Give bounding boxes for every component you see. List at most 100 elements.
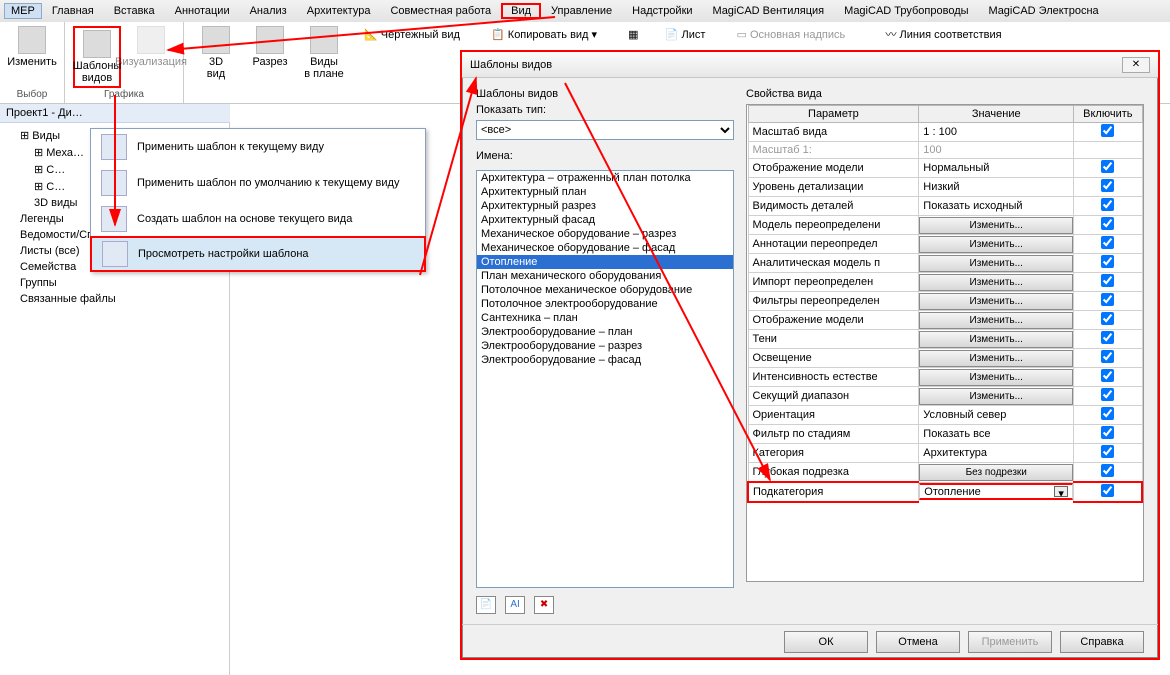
include-checkbox[interactable]: [1101, 274, 1114, 287]
apply-button[interactable]: Применить: [968, 631, 1052, 653]
delete-icon[interactable]: ✖: [534, 596, 554, 614]
include-checkbox[interactable]: [1101, 350, 1114, 363]
edit-button[interactable]: Изменить...: [919, 388, 1073, 405]
value-cell[interactable]: Изменить...: [919, 292, 1074, 311]
submenu-item[interactable]: Применить шаблон по умолчанию к текущему…: [91, 165, 425, 201]
help-button[interactable]: Справка: [1060, 631, 1144, 653]
include-cell[interactable]: [1074, 235, 1142, 254]
include-checkbox[interactable]: [1101, 369, 1114, 382]
include-cell[interactable]: [1074, 387, 1142, 406]
edit-button[interactable]: Изменить...: [919, 331, 1073, 348]
value-cell[interactable]: Изменить...: [919, 216, 1074, 235]
tree-node[interactable]: Связанные файлы: [6, 291, 229, 307]
include-cell[interactable]: [1074, 273, 1142, 292]
close-icon[interactable]: ✕: [1122, 57, 1150, 73]
list-item[interactable]: Электрооборудование – разрез: [477, 339, 733, 353]
menu-главная[interactable]: Главная: [42, 3, 104, 19]
include-checkbox[interactable]: [1101, 160, 1114, 173]
value-cell[interactable]: Условный север: [919, 406, 1074, 425]
menu-архитектура[interactable]: Архитектура: [297, 3, 381, 19]
value-cell[interactable]: Нормальный: [919, 159, 1074, 178]
list-item[interactable]: Архитектура – отраженный план потолка: [477, 171, 733, 185]
edit-button[interactable]: Изменить...: [919, 236, 1073, 253]
include-checkbox[interactable]: [1101, 388, 1114, 401]
chevron-down-icon[interactable]: ▾: [1054, 486, 1068, 497]
include-checkbox[interactable]: [1101, 198, 1114, 211]
edit-button[interactable]: Изменить...: [919, 350, 1073, 367]
include-checkbox[interactable]: [1101, 124, 1114, 137]
include-checkbox[interactable]: [1101, 255, 1114, 268]
include-cell[interactable]: [1074, 444, 1142, 463]
include-cell[interactable]: [1074, 311, 1142, 330]
include-cell[interactable]: [1074, 406, 1142, 425]
value-cell[interactable]: Изменить...: [919, 349, 1074, 368]
value-cell[interactable]: Показать все: [919, 425, 1074, 444]
titleblock-link[interactable]: ▭ Основная надпись: [737, 29, 860, 41]
menu-magicad вентиляция[interactable]: MagiCAD Вентиляция: [703, 3, 835, 19]
list-item[interactable]: Архитектурный план: [477, 185, 733, 199]
include-cell[interactable]: [1074, 292, 1142, 311]
include-cell[interactable]: [1074, 425, 1142, 444]
cancel-button[interactable]: Отмена: [876, 631, 960, 653]
value-cell[interactable]: Изменить...: [919, 235, 1074, 254]
matchline-link[interactable]: 〰 Линия соответствия: [885, 29, 1015, 41]
menu-mep[interactable]: MEP: [4, 3, 42, 19]
value-cell[interactable]: Изменить...: [919, 254, 1074, 273]
include-cell[interactable]: [1074, 349, 1142, 368]
menu-совместная работа[interactable]: Совместная работа: [380, 3, 501, 19]
edit-button[interactable]: Изменить...: [919, 369, 1073, 386]
menu-анализ[interactable]: Анализ: [240, 3, 297, 19]
copy-view-link[interactable]: 📋 Копировать вид ▾: [491, 29, 611, 41]
list-item[interactable]: Отопление: [477, 255, 733, 269]
list-item[interactable]: Электрооборудование – фасад: [477, 353, 733, 367]
tree-node[interactable]: Группы: [6, 275, 229, 291]
show-type-select[interactable]: <все>: [476, 120, 734, 140]
include-cell[interactable]: [1074, 330, 1142, 349]
include-checkbox[interactable]: [1101, 312, 1114, 325]
list-item[interactable]: Механическое оборудование – фасад: [477, 241, 733, 255]
include-cell[interactable]: [1074, 463, 1142, 483]
section-button[interactable]: Разрез: [246, 26, 294, 68]
value-cell[interactable]: 1 : 100: [919, 123, 1074, 142]
template-names-list[interactable]: Архитектура – отраженный план потолкаАрх…: [476, 170, 734, 588]
include-checkbox[interactable]: [1101, 484, 1114, 497]
edit-button[interactable]: Изменить...: [919, 274, 1073, 291]
include-checkbox[interactable]: [1101, 407, 1114, 420]
edit-button[interactable]: Изменить: [8, 26, 56, 68]
view-templates-button[interactable]: Шаблонывидов: [73, 26, 121, 88]
submenu-item[interactable]: Применить шаблон к текущему виду: [91, 129, 425, 165]
list-item[interactable]: Электрооборудование – план: [477, 325, 733, 339]
duplicate-icon[interactable]: 📄: [476, 596, 496, 614]
rename-icon[interactable]: AI: [505, 596, 525, 614]
include-cell[interactable]: [1074, 197, 1142, 216]
include-checkbox[interactable]: [1101, 445, 1114, 458]
submenu-item[interactable]: Создать шаблон на основе текущего вида: [91, 201, 425, 237]
list-item[interactable]: Архитектурный фасад: [477, 213, 733, 227]
value-cell[interactable]: Низкий: [919, 178, 1074, 197]
include-cell[interactable]: [1074, 368, 1142, 387]
value-cell[interactable]: Без подрезки: [919, 463, 1074, 483]
value-cell[interactable]: Изменить...: [919, 387, 1074, 406]
value-cell[interactable]: 100: [919, 142, 1074, 159]
menu-вставка[interactable]: Вставка: [104, 3, 165, 19]
include-checkbox[interactable]: [1101, 331, 1114, 344]
drafting-view-link[interactable]: 📐 Чертежный вид: [364, 29, 474, 41]
sheet-link[interactable]: 📄 Лист: [665, 29, 720, 41]
include-cell[interactable]: [1074, 216, 1142, 235]
include-cell[interactable]: [1074, 254, 1142, 273]
value-cell[interactable]: Отопление▾: [919, 483, 1073, 500]
include-cell[interactable]: [1074, 159, 1142, 178]
list-item[interactable]: Потолочное электрооборудование: [477, 297, 733, 311]
3d-view-button[interactable]: 3Dвид: [192, 26, 240, 80]
edit-button[interactable]: Изменить...: [919, 217, 1073, 234]
value-cell[interactable]: Изменить...: [919, 273, 1074, 292]
value-cell[interactable]: Архитектура: [919, 444, 1074, 463]
edit-button[interactable]: Изменить...: [919, 293, 1073, 310]
include-cell[interactable]: [1074, 142, 1142, 159]
list-item[interactable]: План механического оборудования: [477, 269, 733, 283]
include-checkbox[interactable]: [1101, 293, 1114, 306]
include-checkbox[interactable]: [1101, 236, 1114, 249]
list-item[interactable]: Сантехника – план: [477, 311, 733, 325]
include-checkbox[interactable]: [1101, 179, 1114, 192]
menu-вид[interactable]: Вид: [501, 3, 541, 19]
